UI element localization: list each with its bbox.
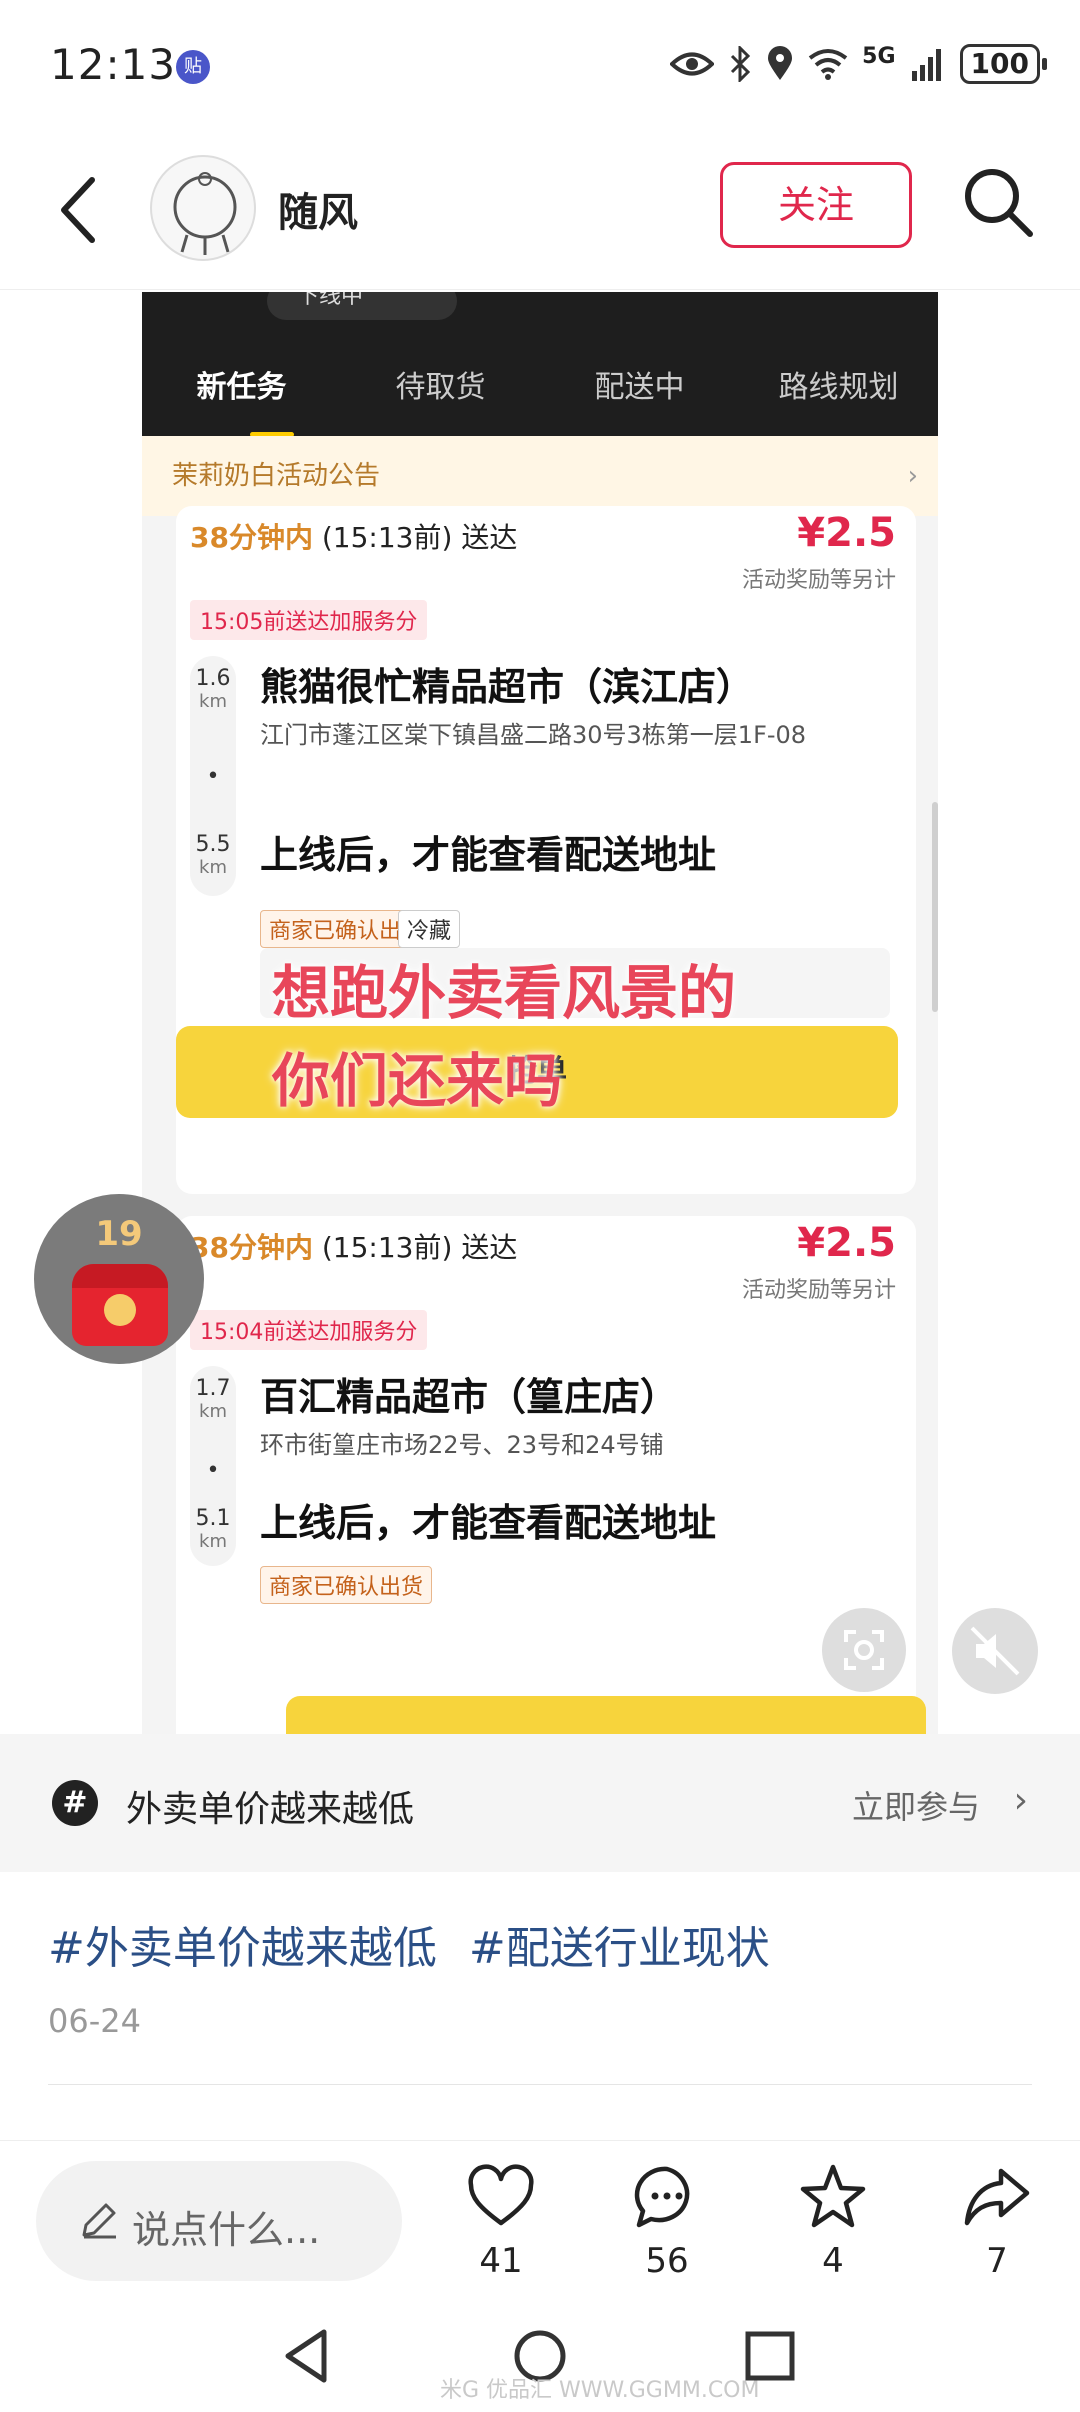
pickup-distance: 1.6 km [195,666,231,712]
post-hashtags: #外卖单价越来越低 #配送行业现状 [48,1912,788,1976]
comment-input[interactable]: 说点什么... [36,2161,402,2281]
network-type: 5G [862,43,896,69]
status-time: 12:13 [50,40,177,89]
hashtag-link[interactable]: #外卖单价越来越低 [48,1923,437,1974]
notice-text: 茉莉奶白活动公告 [172,461,381,491]
scan-image-button[interactable] [822,1608,906,1692]
tab-pending-pickup: 待取货 [395,370,486,405]
service-tag: 15:04前送达加服务分 [190,1310,428,1350]
watermark: 米G 优品汇 WWW.GGMM.COM [440,2378,760,2403]
share-button[interactable]: 7 [942,2161,1052,2281]
speaker-muted-icon [970,1626,1020,1676]
scrollbar [932,802,938,1012]
hashtag-link[interactable]: #配送行业现状 [469,1923,770,1974]
share-count: 7 [986,2241,1008,2281]
comment-count: 56 [645,2241,689,2281]
hashtag-icon: # [52,1780,98,1826]
pickup-distance: 1.7 km [195,1376,231,1422]
comment-placeholder: 说点什么... [132,2208,321,2252]
tab-delivering: 配送中 [594,370,685,405]
delivery-distance: 5.1 km [195,1506,231,1552]
nav-back-icon[interactable] [280,2326,336,2386]
mute-button[interactable] [952,1608,1038,1694]
route-dot-icon: • [206,1458,220,1483]
scan-icon [844,1630,884,1670]
order-price: ¥2.5 [797,510,896,556]
store-address: 江门市蓬江区棠下镇昌盛二路30号3栋第一层1F-08 [260,721,807,749]
avatar[interactable] [150,155,256,261]
comment-icon [634,2166,690,2228]
signal-icon [911,49,941,81]
search-icon[interactable] [958,162,1038,242]
delivery-address-hint: 上线后，才能查看配送地址 [260,1501,717,1545]
red-packet-flap [72,1264,168,1288]
battery-icon: 100 [959,44,1048,84]
order-eta: 38分钟内 (15:13前) 送达 [190,1231,518,1264]
chevron-right-icon: › [1013,1780,1028,1821]
notification-badge-icon: 贴 [176,50,210,84]
reward-note: 活动奖励等另计 [741,568,896,593]
location-icon [768,46,793,80]
activity-notice: 茉莉奶白活动公告 › [142,436,938,516]
eye-icon [670,52,715,76]
favorite-button[interactable]: 4 [778,2161,888,2281]
back-icon[interactable] [50,170,110,250]
order-price: ¥2.5 [797,1220,896,1266]
cold-chain-chip: 冷藏 [398,910,461,948]
topic-bar[interactable]: # 外卖单价越来越低 立即参与 › [0,1734,1080,1872]
action-bar: 说点什么... 41 56 4 7 [0,2140,1080,2300]
offline-status-pill: 下线中 [267,292,457,320]
online-button [286,1696,926,1734]
store-name: 熊猫很忙精品超市（滨江店） [260,665,755,709]
red-packet-count: 19 [95,1214,143,1254]
tab-route-planning: 路线规划 [778,370,899,405]
delivery-distance: 5.5 km [195,832,231,878]
like-count: 41 [479,2241,523,2281]
order-tabs: 新任务 待取货 配送中 路线规划 [142,362,938,406]
order-card: 38分钟内 (15:13前) 送达 ¥2.5 活动奖励等另计 15:04前送达加… [176,1216,916,1734]
wifi-icon [808,49,848,80]
share-icon [964,2168,1030,2226]
follow-button[interactable]: 关注 [720,162,912,248]
store-address: 环市街篁庄市场22号、23号和24号铺 [260,1431,664,1459]
heart-icon [468,2164,534,2226]
service-tag: 15:05前送达加服务分 [190,600,428,640]
post-header: 随风 关注 [0,140,1080,290]
bluetooth-icon [731,46,751,82]
route-dot-icon: • [206,764,220,789]
topic-name: 外卖单价越来越低 [126,1789,415,1830]
tab-new-tasks: 新任务 [196,370,287,405]
route-indicator: 1.6 km • 5.5 km [190,656,236,896]
status-bar: 12:13 贴 5G 100 [0,0,1080,130]
avatar-drawing-icon [173,172,237,255]
merchant-confirmed-chip: 商家已确认出货 [260,1566,433,1604]
like-button[interactable]: 41 [446,2161,556,2281]
favorite-count: 4 [822,2241,844,2281]
post-image[interactable]: 下线中 新任务 待取货 配送中 路线规划 茉莉奶白活动公告 › 38分钟内 (1… [142,292,938,1734]
reward-note: 活动奖励等另计 [741,1278,896,1303]
divider [48,2084,1032,2085]
author-name[interactable]: 随风 [278,180,358,238]
red-packet-button[interactable]: 19 [34,1194,204,1364]
app-topbar: 下线中 新任务 待取货 配送中 路线规划 [142,292,938,437]
join-topic-button[interactable]: 立即参与 [852,1782,980,1828]
pencil-icon [82,2203,116,2239]
route-indicator: 1.7 km • 5.1 km [190,1366,236,1566]
delivery-address-hint: 上线后，才能查看配送地址 [260,833,717,877]
red-packet-coin [104,1294,136,1326]
overlay-caption-line1: 想跑外卖看风景的 [272,959,737,1027]
chevron-right-icon: › [907,461,918,491]
post-date: 06-24 [48,2002,141,2040]
star-icon [800,2164,866,2228]
status-icons: 5G 100 [670,43,1048,84]
comment-button[interactable]: 56 [612,2161,722,2281]
store-name: 百汇精品超市（篁庄店） [260,1375,679,1419]
overlay-caption-line2: 你们还来吗 [272,1047,563,1115]
order-eta: 38分钟内 (15:13前) 送达 [190,521,518,554]
